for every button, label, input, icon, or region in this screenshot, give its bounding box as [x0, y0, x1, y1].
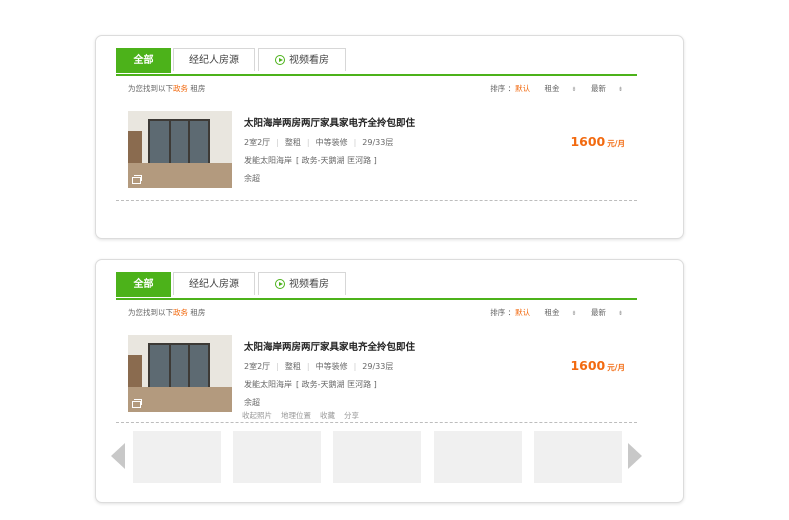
result-district: 政务 [173, 308, 188, 317]
listing-photo[interactable] [128, 335, 232, 412]
sort-default[interactable]: 默认 [515, 308, 530, 317]
tab-video-label: 视频看房 [289, 55, 329, 66]
photo-thumbnail[interactable] [233, 431, 321, 483]
tab-bar: 全部 经纪人房源 视频看房 [116, 272, 637, 300]
photo-thumbnail[interactable] [534, 431, 622, 483]
play-circle-icon [275, 55, 285, 65]
sort-latest-label: 最新 [590, 84, 606, 93]
result-prefix: 为您找到以下 [128, 84, 173, 93]
price-unit: 元/月 [607, 363, 625, 372]
result-district: 政务 [173, 84, 188, 93]
favorite-link[interactable]: 收藏 [320, 411, 335, 420]
tab-agent-listings[interactable]: 经纪人房源 [173, 48, 255, 71]
share-link[interactable]: 分享 [344, 411, 359, 420]
price-value: 1600 [570, 358, 606, 373]
listing-title[interactable]: 太阳海岸两房两厅家具家电齐全拎包即住 [244, 115, 415, 129]
location-link[interactable]: 地理位置 [281, 411, 311, 420]
chevron-left-icon[interactable] [111, 443, 125, 469]
spec-floor: 29/33层 [362, 362, 394, 371]
price-unit: 元/月 [607, 139, 625, 148]
sort-default[interactable]: 默认 [515, 84, 530, 93]
agent-name[interactable]: 余超 [244, 173, 260, 184]
agent-name[interactable]: 余超 [244, 397, 260, 408]
sort-bar: 排序 ：默认 租金 ⇟ 最新 ⇟ [490, 307, 623, 318]
sort-rent-label: 租金 [544, 308, 560, 317]
listing-card-2: 全部 经纪人房源 视频看房 为您找到以下政务 租房 排序 ：默认 租金 ⇟ 最新 ⇟… [95, 259, 684, 503]
down-arrow-icon: ⇟ [571, 310, 577, 317]
photo-thumbnail[interactable] [434, 431, 522, 483]
listing-price: 1600 元/月 [570, 134, 625, 149]
sort-latest[interactable]: 最新 ⇟ [591, 84, 623, 93]
sort-bar: 排序 ：默认 租金 ⇟ 最新 ⇟ [490, 83, 623, 94]
result-prefix: 为您找到以下 [128, 308, 173, 317]
down-arrow-icon: ⇟ [617, 86, 623, 93]
chevron-right-icon[interactable] [628, 443, 642, 469]
listing-address: 发能太阳海岸 [ 政务-天鹅湖 匡河路 ] [244, 155, 377, 166]
tab-bar: 全部 经纪人房源 视频看房 [116, 48, 637, 76]
tab-all[interactable]: 全部 [116, 272, 171, 297]
gallery-icon [132, 175, 142, 184]
result-suffix: 租房 [190, 308, 206, 317]
play-circle-icon [275, 279, 285, 289]
tab-video-tour[interactable]: 视频看房 [258, 272, 346, 295]
sort-rent[interactable]: 租金 ⇟ [545, 84, 577, 93]
tab-video-tour[interactable]: 视频看房 [258, 48, 346, 71]
listing-price: 1600 元/月 [570, 358, 625, 373]
listing-title[interactable]: 太阳海岸两房两厅家具家电齐全拎包即住 [244, 339, 415, 353]
sort-rent[interactable]: 租金 ⇟ [545, 308, 577, 317]
extra-links: 收起照片 地理位置 收藏 分享 [242, 410, 368, 421]
sort-rent-label: 租金 [544, 84, 560, 93]
result-info: 为您找到以下政务 租房 [128, 83, 205, 94]
listing-specs: 2室2厅 | 整租 | 中等装修 | 29/33层 [244, 362, 394, 371]
spec-rent-type: 整租 [284, 362, 301, 371]
listing-photo[interactable] [128, 111, 232, 188]
spec-layout: 2室2厅 [244, 362, 271, 371]
spec-decoration: 中等装修 [315, 138, 348, 147]
photo-thumbnail[interactable] [333, 431, 421, 483]
gallery-icon [132, 399, 142, 408]
result-info: 为您找到以下政务 租房 [128, 307, 205, 318]
sort-label-text: 排序 [490, 84, 506, 93]
down-arrow-icon: ⇟ [571, 86, 577, 93]
community-name[interactable]: 发能太阳海岸 [244, 156, 292, 165]
divider [116, 200, 637, 201]
divider [116, 422, 637, 423]
spec-decoration: 中等装修 [315, 362, 348, 371]
listing-card-1: 全部 经纪人房源 视频看房 为您找到以下政务 租房 排序 ：默认 租金 ⇟ 最新 ⇟… [95, 35, 684, 239]
photo-thumbnail[interactable] [133, 431, 221, 483]
community-name[interactable]: 发能太阳海岸 [244, 380, 292, 389]
spec-rent-type: 整租 [284, 138, 301, 147]
tab-agent-listings[interactable]: 经纪人房源 [173, 272, 255, 295]
collapse-photos-link[interactable]: 收起照片 [242, 411, 272, 420]
spec-layout: 2室2厅 [244, 138, 271, 147]
result-suffix: 租房 [190, 84, 206, 93]
price-value: 1600 [570, 134, 606, 149]
area-name: [ 政务-天鹅湖 匡河路 ] [296, 156, 377, 165]
sort-label: 排序 ： [490, 84, 516, 93]
spec-floor: 29/33层 [362, 138, 394, 147]
area-name: [ 政务-天鹅湖 匡河路 ] [296, 380, 377, 389]
listing-address: 发能太阳海岸 [ 政务-天鹅湖 匡河路 ] [244, 379, 377, 390]
tab-video-label: 视频看房 [289, 279, 329, 290]
listing-specs: 2室2厅 | 整租 | 中等装修 | 29/33层 [244, 138, 394, 147]
sort-label-text: 排序 [490, 308, 506, 317]
sort-label: 排序 ： [490, 308, 516, 317]
sort-latest[interactable]: 最新 ⇟ [591, 308, 623, 317]
sort-latest-label: 最新 [590, 308, 606, 317]
down-arrow-icon: ⇟ [617, 310, 623, 317]
tab-all[interactable]: 全部 [116, 48, 171, 73]
